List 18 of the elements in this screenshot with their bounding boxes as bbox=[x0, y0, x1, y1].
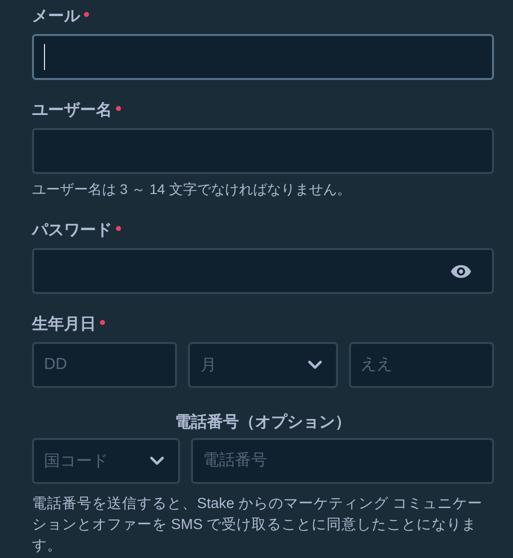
field-label: パスワード bbox=[32, 221, 112, 241]
consent-notice: 電話番号を送信すると、Stake からのマーケティング コミュニケーションとオファーを SMS で受け取ることに同意したことになります。 bbox=[32, 495, 484, 556]
day-field[interactable]: DD bbox=[32, 342, 178, 388]
password-field[interactable] bbox=[32, 248, 494, 294]
year-field[interactable]: ええ bbox=[348, 342, 494, 388]
field-label: ユーザー名 bbox=[32, 100, 112, 121]
chevron-down-icon bbox=[308, 360, 322, 370]
chevron-down-icon bbox=[150, 456, 164, 466]
month-dropdown[interactable]: 月 bbox=[188, 342, 338, 388]
text-input-field[interactable] bbox=[32, 34, 494, 80]
eye-icon[interactable] bbox=[450, 264, 472, 278]
phone-number-field[interactable]: 電話番号 bbox=[191, 438, 494, 484]
country-code-dropdown[interactable]: 国コード bbox=[32, 438, 180, 484]
helper-text: ユーザー名は 3 ～ 14 文字でなければなりません。 bbox=[32, 180, 352, 199]
text-input-field[interactable] bbox=[32, 128, 494, 174]
field-label: 生年月日 bbox=[32, 314, 96, 335]
field-label: 電話番号（オプション） bbox=[175, 412, 351, 433]
field-label: メール bbox=[32, 7, 80, 27]
